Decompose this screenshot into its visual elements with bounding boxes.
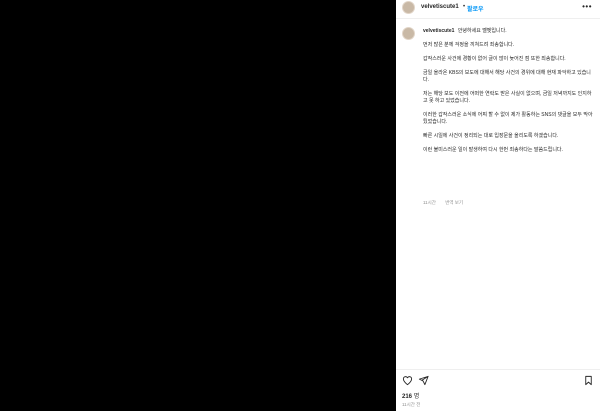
caption-paragraph: 먼저 많은 분께 걱정을 끼쳐드려 죄송합니다. xyxy=(423,42,515,48)
post-media xyxy=(0,0,396,411)
caption-paragraph: 저는 해당 보도 이전에 어떠한 연락도 받은 사실이 없으며, 금일 저녁까지… xyxy=(423,91,592,104)
caption-username[interactable]: velvetiscute1 xyxy=(423,28,454,34)
post-panel: velvetiscute1 • 팔로우 ••• velvetiscute1 안녕… xyxy=(396,0,600,411)
caption-paragraph: 빠른 시일에 사건이 정리되는 대로 입장문을 올리도록 하겠습니다. xyxy=(423,133,559,139)
bookmark-icon[interactable] xyxy=(583,375,594,386)
action-bar xyxy=(396,372,600,388)
caption-paragraph: 금일 올라온 KBS의 보도에 대해서 해당 사건의 경위에 대해 현재 파악하… xyxy=(423,70,591,83)
caption-paragraph: 이런 불미스러운 일이 발생하여 다시 한번 죄송하다는 말씀드립니다. xyxy=(423,147,563,153)
likes-label: 명 xyxy=(413,394,420,400)
caption-paragraph: 갑작스러운 사건에 경황이 없어 글이 많이 늦어진 점 또한 죄송합니다. xyxy=(423,56,566,62)
post-caption: velvetiscute1 안녕하세요 벨벳입니다. 먼저 많은 분께 걱정을 … xyxy=(423,28,595,154)
send-icon[interactable] xyxy=(418,375,429,386)
post-header: velvetiscute1 • 팔로우 ••• xyxy=(396,0,600,19)
divider xyxy=(396,369,600,370)
caption-meta: 11시간 번역 보기 xyxy=(423,200,471,206)
post-timestamp: 11시간 전 xyxy=(402,402,421,407)
avatar[interactable] xyxy=(402,1,415,14)
header-username[interactable]: velvetiscute1 xyxy=(421,4,459,10)
follow-button[interactable]: 팔로우 xyxy=(467,4,484,13)
caption-avatar[interactable] xyxy=(402,27,415,40)
separator-dot: • xyxy=(463,4,466,10)
caption-first-line: 안녕하세요 벨벳입니다. xyxy=(457,28,507,34)
caption-time: 11시간 xyxy=(423,200,436,205)
caption-paragraph: 이러한 갑작스러운 소식에 어찌 할 수 없이 제가 활동하는 SNS의 댓글을… xyxy=(423,112,593,125)
heart-icon[interactable] xyxy=(402,375,413,386)
more-options-icon[interactable]: ••• xyxy=(582,2,592,11)
likes-number: 216 xyxy=(402,394,413,400)
see-translation-link[interactable]: 번역 보기 xyxy=(445,200,463,205)
likes-count[interactable]: 216 명 xyxy=(402,391,419,400)
